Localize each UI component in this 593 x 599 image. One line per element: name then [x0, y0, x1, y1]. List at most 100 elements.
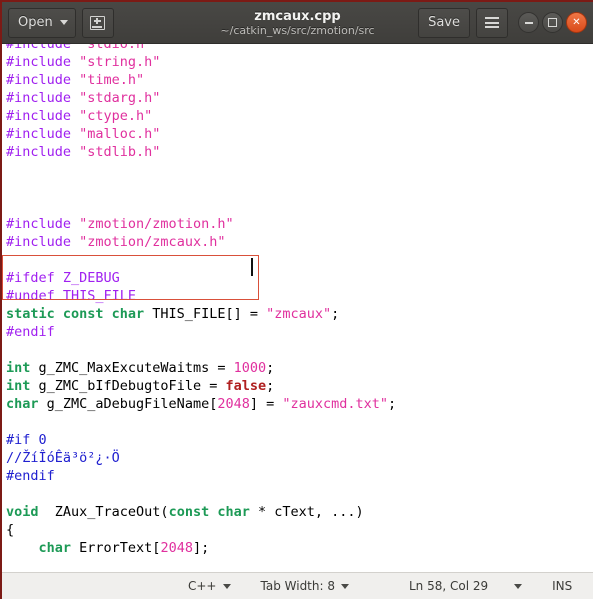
code-token: #include	[6, 108, 80, 124]
tab-width-selector[interactable]: Tab Width: 8	[261, 579, 349, 593]
code-token: #include	[6, 90, 80, 106]
menu-button[interactable]	[476, 7, 508, 38]
code-token: char	[6, 396, 39, 412]
code-token: "zmotion/zmotion.h"	[79, 216, 234, 232]
code-token: 2048	[160, 540, 193, 556]
code-token: int	[6, 360, 31, 376]
code-token: #include	[6, 234, 80, 250]
code-line: void ZAux_TraceOut(const char * cText, .…	[6, 503, 396, 521]
code-line: #include "stdarg.h"	[6, 89, 396, 107]
code-token: "malloc.h"	[79, 126, 161, 142]
code-token: "zmcaux"	[266, 306, 332, 322]
code-line: #endif	[6, 467, 396, 485]
code-token: void	[6, 504, 39, 520]
save-button[interactable]: Save	[418, 7, 470, 38]
code-token: int	[6, 378, 31, 394]
code-token: "ctype.h"	[79, 108, 153, 124]
document-title: zmcaux.cpp	[254, 8, 341, 24]
code-token: THIS_FILE[] =	[144, 306, 267, 322]
code-token: 2048	[217, 396, 250, 412]
code-token: #include	[6, 44, 80, 52]
code-token: ] =	[249, 396, 283, 412]
code-token: "string.h"	[79, 54, 161, 70]
code-token: #include	[6, 126, 80, 142]
code-token: ZAux_TraceOut(	[38, 504, 169, 520]
code-line: #include "malloc.h"	[6, 125, 396, 143]
code-line: #endif	[6, 323, 396, 341]
open-button[interactable]: Open	[8, 7, 76, 38]
minimize-button[interactable]	[518, 12, 539, 33]
code-token: g_ZMC_MaxExcuteWaitms =	[30, 360, 234, 376]
minimize-icon	[524, 21, 533, 24]
code-line: #include "ctype.h"	[6, 107, 396, 125]
code-line: #include "zmotion/zmcaux.h"	[6, 233, 396, 251]
code-line: #include "stdlib.h"	[6, 143, 396, 161]
code-token: "time.h"	[79, 72, 145, 88]
code-token: * cText, ...)	[249, 504, 364, 520]
chevron-down-icon	[222, 583, 231, 589]
cursor-position: Ln 58, Col 29	[409, 579, 488, 593]
code-token: #undef THIS_FILE	[6, 288, 137, 304]
source-code[interactable]: #include "stdio.h" #include "string.h" #in…	[6, 44, 396, 557]
code-token: ;	[266, 378, 275, 394]
status-bar: C++ Tab Width: 8 Ln 58, Col 29 INS	[2, 572, 593, 599]
save-as-icon	[90, 15, 106, 30]
code-token: ErrorText[	[71, 540, 161, 556]
code-token: #endif	[6, 324, 55, 340]
code-token: ;	[388, 396, 397, 412]
code-token: ;	[266, 360, 275, 376]
chevron-down-icon	[340, 583, 349, 589]
title-bar: Open zmcaux.cpp ~/catkin_ws/src/zmotion/…	[2, 2, 593, 44]
code-token: g_ZMC_aDebugFileName[	[38, 396, 218, 412]
code-token: false	[225, 378, 267, 394]
language-selector[interactable]: C++	[188, 579, 231, 593]
code-token: #if 0	[6, 432, 47, 448]
code-token: 1000	[233, 360, 267, 376]
code-line: int g_ZMC_bIfDebugtoFile = false;	[6, 377, 396, 395]
code-line: {	[6, 521, 396, 539]
code-line: //ŽíÎóÊä³ö²¿·Ö	[6, 449, 396, 467]
language-label: C++	[188, 579, 217, 593]
code-line: char ErrorText[2048];	[6, 539, 396, 557]
code-line: #include "string.h"	[6, 53, 396, 71]
code-line: static const char THIS_FILE[] = "zmcaux"…	[6, 305, 396, 323]
code-token: //ŽíÎóÊä³ö²¿·Ö	[6, 450, 120, 466]
code-token: "stdarg.h"	[79, 90, 161, 106]
maximize-icon	[548, 18, 557, 27]
document-path: ~/catkin_ws/src/zmotion/src	[220, 23, 375, 37]
insert-mode-indicator[interactable]: INS	[552, 579, 572, 593]
close-button[interactable]: ✕	[566, 12, 587, 33]
text-editor-area[interactable]: #include "stdio.h" #include "string.h" #in…	[2, 44, 593, 572]
code-line: #include "time.h"	[6, 71, 396, 89]
code-token: #include	[6, 144, 80, 160]
maximize-button[interactable]	[542, 12, 563, 33]
code-token: static const char	[6, 306, 145, 322]
code-token: "stdlib.h"	[79, 144, 161, 160]
code-line: int g_ZMC_MaxExcuteWaitms = 1000;	[6, 359, 396, 377]
position-dropdown[interactable]	[514, 583, 523, 589]
save-button-label: Save	[428, 15, 460, 30]
hamburger-menu-icon	[485, 17, 499, 28]
code-token: ];	[192, 540, 210, 556]
code-token: #ifdef Z_DEBUG	[6, 270, 120, 286]
save-as-button[interactable]	[81, 7, 114, 38]
insert-mode-label: INS	[552, 579, 573, 593]
code-line: #undef THIS_FILE	[6, 287, 396, 305]
chevron-down-icon	[59, 20, 68, 25]
window-controls: ✕	[518, 12, 587, 33]
code-token: #include	[6, 216, 80, 232]
code-line: char g_ZMC_aDebugFileName[2048] = "zauxc…	[6, 395, 396, 413]
chevron-down-icon	[514, 583, 523, 589]
gedit-window: Open zmcaux.cpp ~/catkin_ws/src/zmotion/…	[0, 0, 593, 599]
code-token: g_ZMC_bIfDebugtoFile =	[30, 378, 226, 394]
titlebar-right-controls: Save ✕	[418, 7, 587, 38]
cursor-position-label: Ln 58, Col 29	[408, 579, 489, 593]
code-token: char	[38, 540, 72, 556]
code-token: #endif	[6, 468, 55, 484]
